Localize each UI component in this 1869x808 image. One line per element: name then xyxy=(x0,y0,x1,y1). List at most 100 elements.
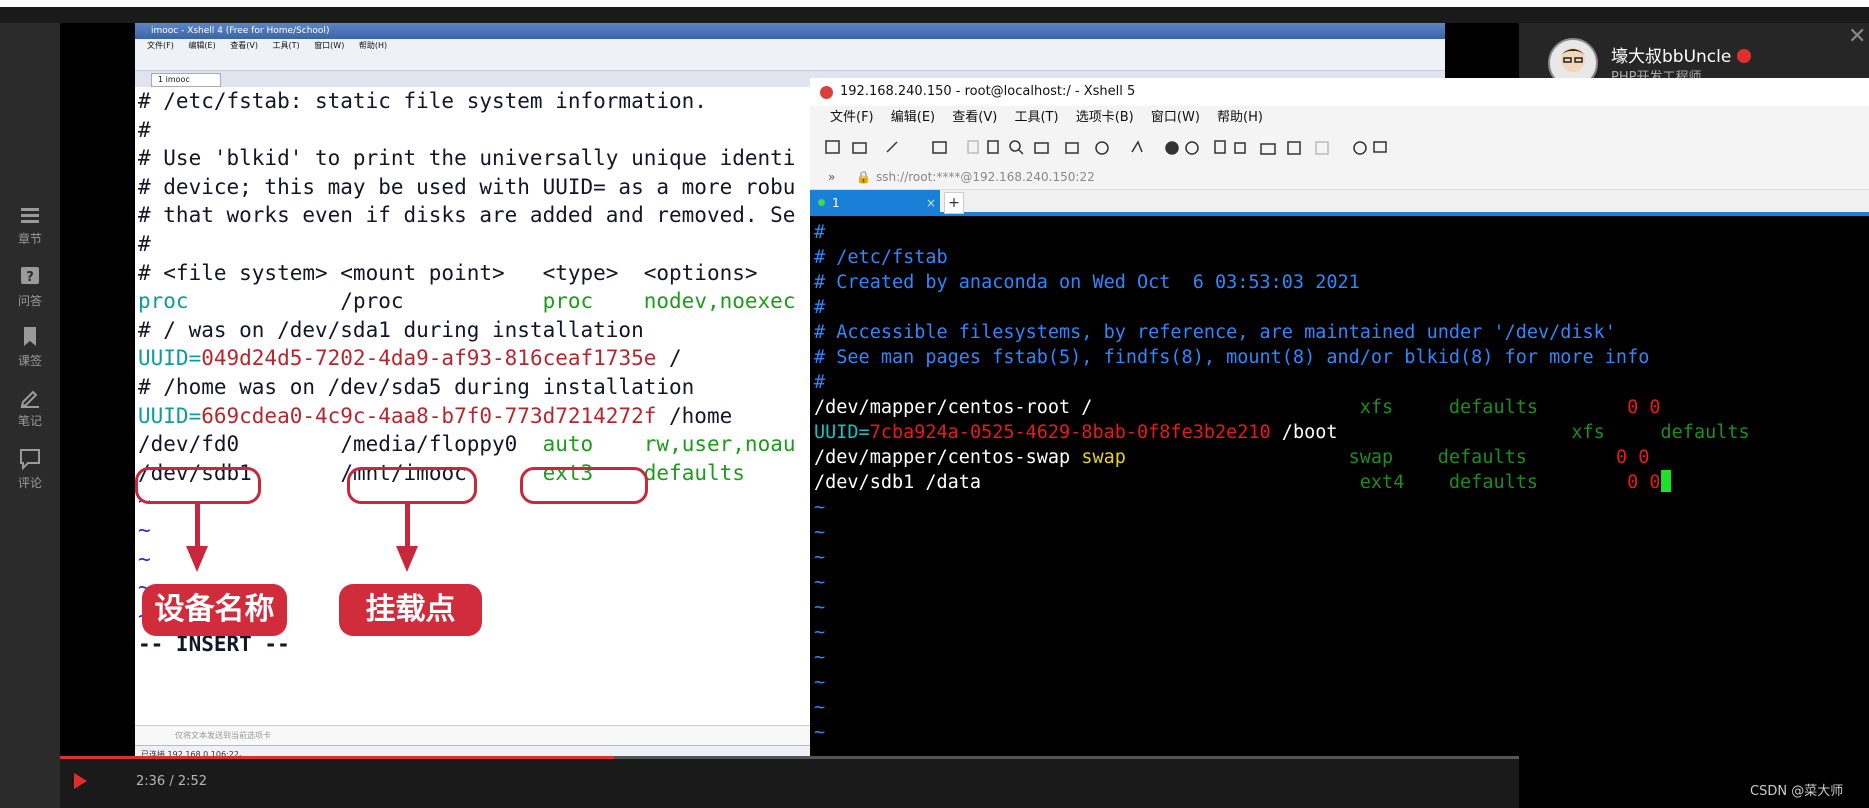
xshell4-menubar: 文件(F) 编辑(E) 查看(V) 工具(T) 窗口(W) 帮助(H) xyxy=(135,39,1445,53)
opt-col: defaults xyxy=(1448,472,1539,493)
svg-text:?: ? xyxy=(26,270,34,285)
num-col: 0 0 xyxy=(1627,472,1661,493)
author-name[interactable]: 壕大叔bbUncle xyxy=(1611,42,1751,67)
qa-icon: ? xyxy=(21,267,39,285)
opt-col: rw,user,noau xyxy=(643,432,796,457)
text-cursor xyxy=(1660,470,1671,492)
close-icon[interactable]: ✕ xyxy=(1848,24,1866,49)
highlight-device xyxy=(135,467,261,504)
vi-line: # that works even if disks are added and… xyxy=(138,203,796,228)
term-line-root: /dev/mapper/centos-root / xfs defaults 0… xyxy=(814,395,1869,420)
term-line-uuid: UUID=7cba924a-0525-4629-8bab-0f8fe3b2e21… xyxy=(814,420,1869,445)
progress-track[interactable] xyxy=(614,756,1519,759)
term-tilde: ~ xyxy=(814,672,826,693)
player-controls xyxy=(60,756,1519,808)
term-tilde: ~ xyxy=(814,697,826,718)
fs-col: /dev/mapper/centos-root / xyxy=(814,397,1093,418)
sidebar-item-label: 课签 xyxy=(17,354,42,368)
term-tilde: ~ xyxy=(814,572,826,593)
uuid-value: 669cdea0-4c9c-4aa8-b7f0-773d7214272f xyxy=(201,403,657,428)
xshell4-title: imooc - Xshell 4 (Free for Home/School) xyxy=(135,23,1445,39)
fs-col: proc xyxy=(138,289,189,314)
menu-item: 查看(V) xyxy=(230,41,258,50)
term-line: # See man pages fstab(5), findfs(8), mou… xyxy=(814,347,1650,368)
vi-tilde: ~ xyxy=(138,517,151,542)
arrow-device-head xyxy=(186,546,208,572)
sidebar-item-label: 章节 xyxy=(17,232,42,246)
num-col: 0 0 xyxy=(1627,397,1661,418)
type-col: ext4 xyxy=(1359,472,1405,493)
toolbar-expand-icon[interactable]: » xyxy=(828,164,835,190)
menu-item: 编辑(E) xyxy=(188,41,216,50)
uuid-mount: / xyxy=(656,346,682,371)
xshell5-tabbar: 1 192.168.240.150 × + xyxy=(810,190,1869,236)
menu-window[interactable]: 窗口(W) xyxy=(1151,110,1200,125)
sidebar-item-comment[interactable]: 评论 xyxy=(0,448,60,491)
progress-fill[interactable] xyxy=(60,756,614,759)
type-col: auto xyxy=(542,432,594,457)
menu-tabs[interactable]: 选项卡(B) xyxy=(1076,110,1134,125)
sidebar-item-label: 问答 xyxy=(17,294,42,308)
comment-icon xyxy=(20,449,40,470)
menu-help[interactable]: 帮助(H) xyxy=(1217,110,1263,125)
uuid-key: UUID= xyxy=(138,403,202,428)
vi-line: # xyxy=(138,231,151,256)
vi-line: # /etc/fstab: static file system informa… xyxy=(138,89,707,113)
term-tilde: ~ xyxy=(814,722,826,743)
menu-tools[interactable]: 工具(T) xyxy=(1014,110,1058,125)
sidebar-item-label: 笔记 xyxy=(17,414,42,428)
vi-line: # / was on /dev/sda1 during installation xyxy=(138,317,644,342)
menu-file[interactable]: 文件(F) xyxy=(830,110,874,125)
connected-dot-icon xyxy=(818,199,825,206)
mp-col: swap xyxy=(1081,447,1126,468)
term-line: # /etc/fstab xyxy=(814,247,948,268)
xshell5-toolbar xyxy=(810,130,1869,164)
sidebar-item-note[interactable]: 笔记 xyxy=(0,388,60,429)
author-name-text: 壕大叔bbUncle xyxy=(1611,47,1732,67)
term-tilde: ~ xyxy=(814,597,826,618)
vi-line: # Use 'blkid' to print the universally u… xyxy=(138,146,796,171)
fs-col: /dev/mapper/centos-swap xyxy=(814,447,1082,468)
fs-col: /dev/sdb1 /data xyxy=(814,472,982,493)
term-tilde: ~ xyxy=(814,622,826,643)
type-col: swap xyxy=(1348,447,1394,468)
label-device-name: 设备名称 xyxy=(142,584,287,636)
term-line: # Accessible filesystems, by reference, … xyxy=(814,322,1616,343)
terminal[interactable]: # # /etc/fstab # Created by anaconda on We… xyxy=(810,220,1869,808)
type-col: proc xyxy=(542,289,594,314)
uuid-mount: /home xyxy=(656,403,733,428)
uuid-mount: /boot xyxy=(1270,422,1338,443)
close-icon[interactable]: × xyxy=(926,190,936,216)
arrow-mount xyxy=(405,504,410,548)
watermark: CSDN @菜大师 xyxy=(1750,784,1844,799)
vi-tilde: ~ xyxy=(138,546,151,571)
term-line: # Created by anaconda on Wed Oct 6 03:53… xyxy=(814,272,1360,293)
term-line: # xyxy=(814,222,826,243)
play-icon[interactable] xyxy=(72,772,88,790)
playback-time: 2:36 / 2:52 xyxy=(136,774,208,789)
vi-line: # xyxy=(138,117,151,142)
label-mount-point: 挂载点 xyxy=(339,584,482,636)
term-tilde: ~ xyxy=(814,547,826,568)
vi-line: # /home was on /dev/sda5 during installa… xyxy=(138,374,695,399)
vi-line-fd0: /dev/fd0 /media/floppy0 auto rw,user,noa… xyxy=(138,430,815,459)
highlight-mount xyxy=(347,467,477,504)
session-tab[interactable]: 1 192.168.240.150 × xyxy=(810,190,940,236)
sidebar-item-bookmark[interactable]: 课签 xyxy=(0,326,60,369)
term-tilde: ~ xyxy=(814,647,826,668)
vi-line-uuid1: UUID=049d24d5-7202-4da9-af93-816ceaf1735… xyxy=(138,344,815,373)
toolbar-icons[interactable] xyxy=(810,130,1410,164)
menu-item: 文件(F) xyxy=(147,41,174,50)
term-line: # xyxy=(814,372,826,393)
verified-badge-icon xyxy=(1736,49,1751,63)
type-col: xfs xyxy=(1359,397,1394,418)
add-tab-button[interactable]: + xyxy=(944,192,964,214)
uuid-value: 7cba924a-0525-4629-8bab-0f8fe3b2e210 xyxy=(869,422,1271,443)
xshell4-tab: 1 imooc xyxy=(151,73,221,87)
sidebar-item-qa[interactable]: ? 问答 xyxy=(0,266,60,309)
menu-edit[interactable]: 编辑(E) xyxy=(891,110,935,125)
sidebar-item-chapter[interactable]: 章节 xyxy=(0,206,60,247)
address-bar[interactable]: » 🔒 ssh://root:****@192.168.240.150:22 xyxy=(810,164,1869,190)
xshell5-window: 192.168.240.150 - root@localhost:/ - Xsh… xyxy=(810,78,1869,808)
menu-view[interactable]: 查看(V) xyxy=(952,110,997,125)
